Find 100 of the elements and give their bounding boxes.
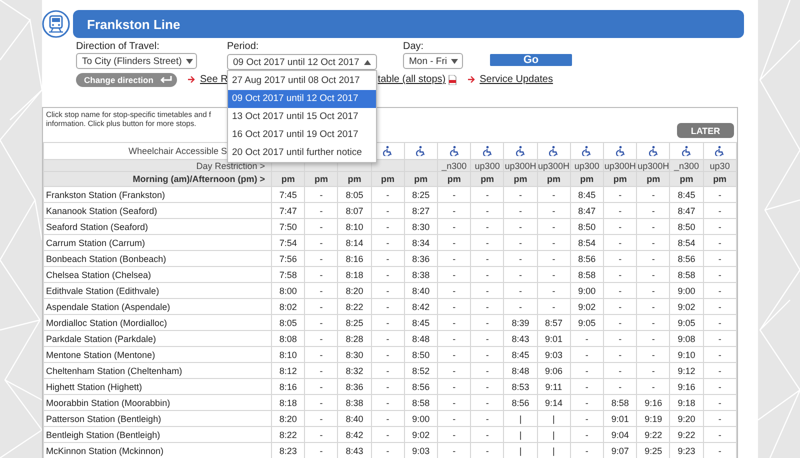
table-cell: 8:43: [504, 330, 538, 346]
dropdown-select[interactable]: To City (Flinders Street): [76, 53, 197, 69]
stop-link[interactable]: Mordialloc Station (Mordialloc): [44, 314, 272, 330]
table-cell: -: [604, 330, 637, 346]
table-cell: -: [438, 250, 471, 266]
table-cell: -: [537, 250, 570, 266]
table-cell: -: [438, 314, 471, 330]
table-cell: -: [604, 378, 637, 394]
table-cell: -: [371, 298, 404, 314]
stop-link[interactable]: McKinnon Station (Mckinnon): [44, 442, 272, 458]
stop-link[interactable]: Seaford Station (Seaford): [44, 218, 272, 234]
go-button[interactable]: Go: [490, 54, 572, 66]
table-cell: 8:30: [404, 218, 438, 234]
table-cell: 8:42: [404, 298, 438, 314]
table-cell: -: [304, 346, 338, 362]
table-cell: 8:50: [404, 346, 438, 362]
table-cell: 8:48: [504, 362, 538, 378]
table-cell: -: [371, 362, 404, 378]
table-cell: -: [470, 282, 504, 298]
table-cell: -: [304, 186, 338, 202]
table-cell: -: [304, 330, 338, 346]
table-cell: -: [703, 378, 736, 394]
table-cell: -: [537, 282, 570, 298]
table-cell: 8:30: [338, 346, 372, 362]
stop-link[interactable]: Patterson Station (Bentleigh): [44, 410, 272, 426]
dropdown-select[interactable]: Mon - Fri: [403, 53, 463, 69]
stop-link[interactable]: Parkdale Station (Parkdale): [44, 330, 272, 346]
dropdown-option[interactable]: 09 Oct 2017 until 12 Oct 2017: [228, 90, 376, 108]
table-cell: -: [504, 234, 538, 250]
stop-link[interactable]: Aspendale Station (Aspendale): [44, 298, 272, 314]
table-cell: 8:45: [404, 314, 438, 330]
table-cell: -: [604, 266, 637, 282]
line-title: Frankston Line: [73, 10, 744, 38]
table-cell: -: [570, 346, 604, 362]
link[interactable]: See R: [200, 74, 228, 85]
table-cell: -: [504, 186, 538, 202]
table-cell: -: [470, 394, 504, 410]
table-cell: 9:14: [537, 394, 570, 410]
table-cell: 8:50: [570, 218, 604, 234]
table-cell: 9:01: [604, 410, 637, 426]
stop-link[interactable]: Bentleigh Station (Bentleigh): [44, 426, 272, 442]
link[interactable]: Service Updates: [480, 74, 553, 85]
stop-link[interactable]: Chelsea Station (Chelsea): [44, 266, 272, 282]
table-cell: 8:10: [272, 346, 305, 362]
stop-link[interactable]: Edithvale Station (Edithvale): [44, 282, 272, 298]
field-label: Day:: [403, 41, 424, 53]
table-cell: -: [470, 378, 504, 394]
table-cell: -: [438, 186, 471, 202]
arrow-icon: [188, 76, 195, 83]
table-cell: -: [371, 186, 404, 202]
dropdown-option[interactable]: 16 Oct 2017 until 19 Oct 2017: [228, 126, 376, 144]
dropdown-option[interactable]: 13 Oct 2017 until 15 Oct 2017: [228, 108, 376, 126]
caret-icon: [451, 58, 458, 64]
table-cell: 9:08: [670, 330, 704, 346]
table-cell: 8:45: [570, 186, 604, 202]
table-cell: -: [470, 314, 504, 330]
table-cell: 8:54: [570, 234, 604, 250]
arrow-icon: [468, 76, 475, 83]
table-cell: 9:00: [670, 282, 704, 298]
table-cell: -: [470, 202, 504, 218]
table-cell: -: [604, 346, 637, 362]
table-cell: 8:53: [504, 378, 538, 394]
stop-link[interactable]: Carrum Station (Carrum): [44, 234, 272, 250]
table-cell: 8:58: [570, 266, 604, 282]
table-cell: -: [504, 218, 538, 234]
table-cell: 8:20: [338, 282, 372, 298]
table-cell: -: [438, 266, 471, 282]
header-cell: pm: [272, 172, 305, 186]
table-cell: -: [371, 394, 404, 410]
table-cell: 8:25: [404, 186, 438, 202]
table-cell: -: [703, 282, 736, 298]
header-cell: pm: [504, 172, 538, 186]
table-cell: -: [703, 426, 736, 442]
stop-link[interactable]: Highett Station (Highett): [44, 378, 272, 394]
table-cell: 8:56: [404, 378, 438, 394]
table-cell: -: [371, 314, 404, 330]
table-cell: -: [570, 330, 604, 346]
stop-link[interactable]: Cheltenham Station (Cheltenham): [44, 362, 272, 378]
dropdown-select[interactable]: 09 Oct 2017 until 12 Oct 2017: [227, 54, 377, 70]
table-cell: -: [604, 186, 637, 202]
stop-link[interactable]: Moorabbin Station (Moorabbin): [44, 394, 272, 410]
table-cell: -: [438, 410, 471, 426]
stop-link[interactable]: Kananook Station (Seaford): [44, 202, 272, 218]
stop-link[interactable]: Mentone Station (Mentone): [44, 346, 272, 362]
header-cell: pm: [604, 172, 637, 186]
table-cell: -: [438, 394, 471, 410]
table-cell: -: [570, 394, 604, 410]
table-cell: -: [636, 378, 670, 394]
table-cell: -: [504, 250, 538, 266]
table-cell: 8:10: [338, 218, 372, 234]
later-button[interactable]: LATER: [677, 123, 734, 138]
table-cell: -: [304, 298, 338, 314]
table-cell: -: [304, 202, 338, 218]
table-cell: 8:34: [404, 234, 438, 250]
table-cell: -: [304, 314, 338, 330]
stop-link[interactable]: Bonbeach Station (Bonbeach): [44, 250, 272, 266]
table-cell: -: [371, 410, 404, 426]
link[interactable]: table (all stops): [378, 74, 446, 85]
stop-link[interactable]: Frankston Station (Frankston): [44, 186, 272, 202]
dropdown-option[interactable]: 27 Aug 2017 until 08 Oct 2017: [228, 72, 376, 90]
